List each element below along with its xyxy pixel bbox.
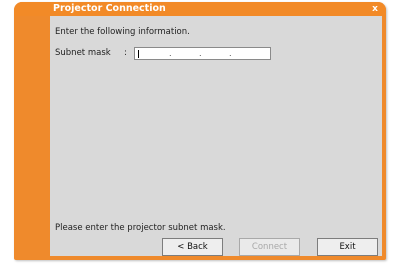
exit-button[interactable]: Exit (317, 238, 378, 256)
title-bar[interactable]: Projector Connection x (14, 2, 386, 16)
subnet-mask-label: Subnet mask (55, 48, 111, 58)
subnet-mask-colon: : (124, 48, 127, 58)
connect-button[interactable]: Connect (239, 238, 300, 256)
subnet-mask-input[interactable]: . . . (134, 47, 271, 60)
back-button[interactable]: < Back (162, 238, 223, 256)
projector-connection-window: Projector Connection x Enter the followi… (14, 2, 386, 260)
window-title: Projector Connection (53, 3, 166, 14)
octet-separator-2: . (199, 49, 202, 58)
octet-separator-3: . (229, 49, 232, 58)
content-panel: Enter the following information. Subnet … (50, 16, 382, 256)
close-button[interactable]: x (369, 2, 381, 16)
instruction-text: Enter the following information. (55, 27, 190, 37)
text-caret (138, 50, 139, 58)
octet-separator-1: . (169, 49, 172, 58)
status-text: Please enter the projector subnet mask. (55, 223, 226, 233)
